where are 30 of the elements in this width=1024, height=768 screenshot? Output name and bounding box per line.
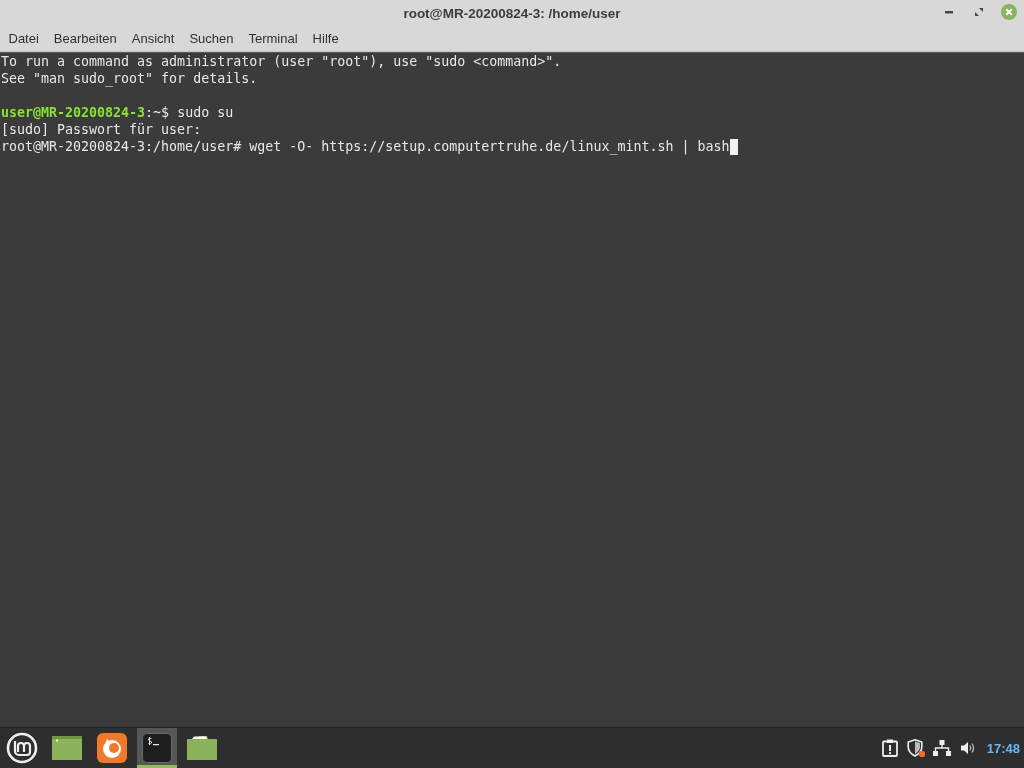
folder-icon: [187, 736, 217, 760]
terminal-line: [sudo] Passwort für user:: [1, 121, 202, 138]
start-menu-button[interactable]: [5, 731, 39, 765]
taskbar-launcher[interactable]: [137, 728, 177, 768]
shield-icon: [906, 739, 925, 757]
mint-logo-icon: [6, 732, 38, 764]
terminal-line: To run a command as administrator (user "root"), use "sudo <command>".: [1, 53, 562, 70]
terminal-line: user@MR-20200824-3:~$ sudo su: [1, 104, 234, 121]
terminal-icon: [142, 733, 172, 763]
tray-button[interactable]: [879, 737, 900, 759]
terminal-line: See "man sudo_root" for details.: [1, 70, 258, 87]
window-title: root@MR-20200824-3: /home/user: [403, 4, 621, 21]
clipboard-alert-icon: [881, 739, 898, 757]
menu-item[interactable]: Terminal: [241, 27, 306, 49]
menu-item[interactable]: Hilfe: [305, 27, 347, 49]
volume-icon: [959, 740, 976, 756]
close-icon: [1001, 4, 1017, 20]
tray-button[interactable]: [931, 737, 952, 759]
menu-item[interactable]: Suchen: [181, 27, 241, 49]
terminal-line: root@MR-20200824-3:/home/user# wget -O- https://setup.computertruhe.de/linux_mint.sh | bash: [1, 138, 730, 155]
menu-item[interactable]: Datei: [1, 27, 47, 49]
browser-fox-icon: [97, 733, 127, 763]
tray-button[interactable]: [905, 737, 926, 759]
minimize-icon: [945, 10, 953, 14]
network-icon: [932, 740, 951, 756]
maximize-icon: [975, 8, 983, 16]
menu-item[interactable]: Ansicht: [124, 27, 182, 49]
window-icon: [52, 736, 82, 760]
clock[interactable]: 17:48: [986, 740, 1020, 756]
menu-item[interactable]: Bearbeiten: [46, 27, 125, 49]
